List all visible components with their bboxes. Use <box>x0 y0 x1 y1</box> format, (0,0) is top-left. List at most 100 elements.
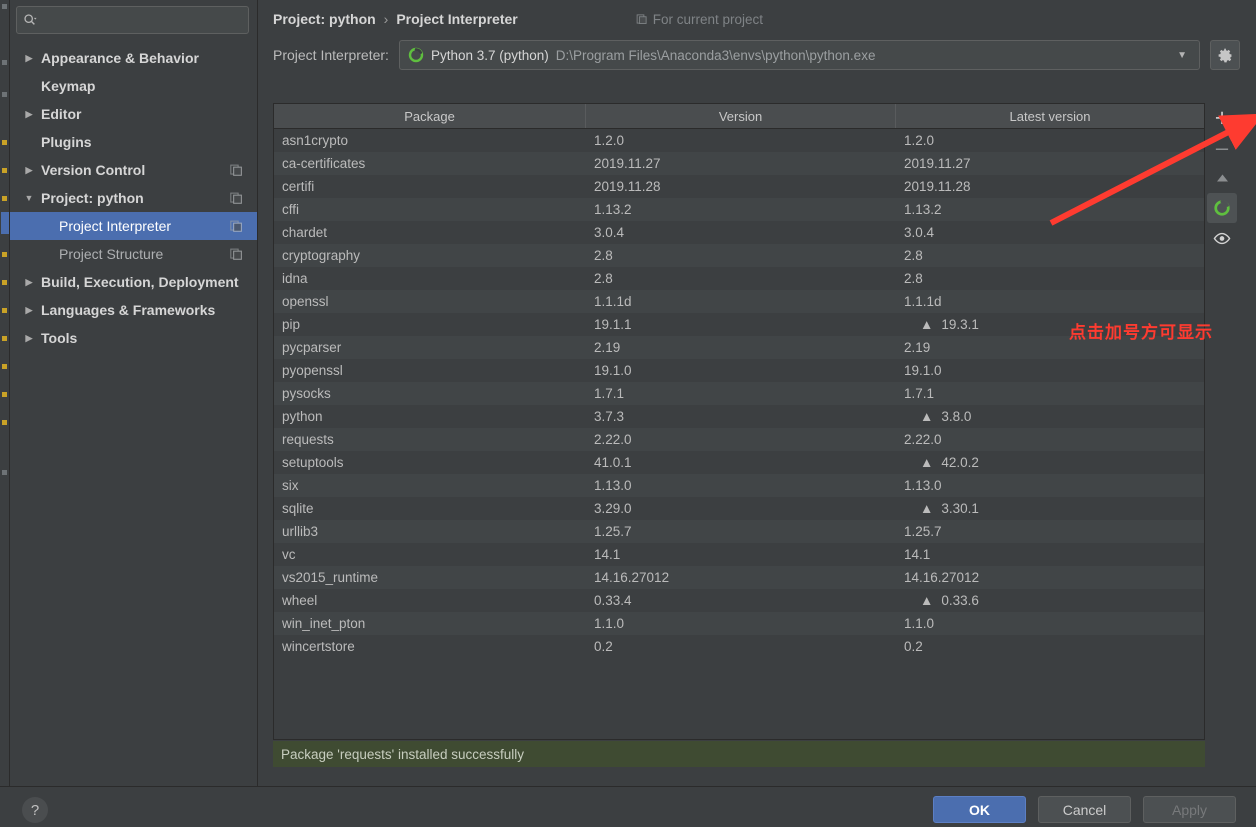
search-box[interactable] <box>16 6 249 34</box>
help-button[interactable]: ? <box>22 797 48 823</box>
packages-toolbar: + – <box>1207 103 1237 253</box>
table-row[interactable]: cffi 1.13.2 1.13.2 <box>274 198 1204 221</box>
table-row[interactable]: win_inet_pton 1.1.0 1.1.0 <box>274 612 1204 635</box>
package-name: pyopenssl <box>282 363 343 378</box>
package-name-cell: win_inet_pton <box>274 612 586 635</box>
package-version-cell: 2.8 <box>586 244 896 267</box>
gear-icon <box>1218 48 1232 62</box>
package-version: 2.22.0 <box>594 432 632 447</box>
table-row[interactable]: pip 19.1.1 ▲ 19.3.1 <box>274 313 1204 336</box>
package-name: pip <box>282 317 301 332</box>
sidebar-item-keymap[interactable]: Keymap <box>10 72 257 100</box>
sidebar-item-build-execution-deployment[interactable]: ▶ Build, Execution, Deployment <box>10 268 257 296</box>
add-package-button[interactable]: + <box>1207 103 1237 133</box>
table-row[interactable]: wheel 0.33.4 ▲ 0.33.6 <box>274 589 1204 612</box>
package-name: vc <box>282 547 296 562</box>
table-row[interactable]: pycparser 2.19 2.19 <box>274 336 1204 359</box>
remove-package-button[interactable]: – <box>1207 133 1237 163</box>
chevron-down-icon[interactable]: ▼ <box>1169 50 1195 61</box>
sidebar-item-editor[interactable]: ▶ Editor <box>10 100 257 128</box>
package-latest: 19.1.0 <box>904 363 942 378</box>
table-row[interactable]: cryptography 2.8 2.8 <box>274 244 1204 267</box>
package-name-cell: ca-certificates <box>274 152 586 175</box>
column-header-latest-version[interactable]: Latest version <box>896 104 1204 128</box>
table-row[interactable]: wincertstore 0.2 0.2 <box>274 635 1204 658</box>
breadcrumb-parent[interactable]: Project: python <box>273 11 376 27</box>
package-name: ca-certificates <box>282 156 366 171</box>
sidebar-item-languages-frameworks[interactable]: ▶ Languages & Frameworks <box>10 296 257 324</box>
package-version-cell: 1.25.7 <box>586 520 896 543</box>
sidebar-item-tools[interactable]: ▶ Tools <box>10 324 257 352</box>
show-early-releases-button[interactable] <box>1207 223 1237 253</box>
search-input[interactable] <box>41 12 242 28</box>
package-name-cell: urllib3 <box>274 520 586 543</box>
conda-env-button[interactable] <box>1207 193 1237 223</box>
package-latest: 0.33.6 <box>941 593 979 608</box>
sidebar-item-label: Project Interpreter <box>59 218 172 234</box>
table-row[interactable]: openssl 1.1.1d 1.1.1d <box>274 290 1204 313</box>
chevron-right-icon[interactable]: ▶ <box>22 305 36 316</box>
chevron-right-icon[interactable]: ▶ <box>22 165 36 176</box>
chevron-right-icon[interactable]: ▶ <box>22 333 36 344</box>
ok-button[interactable]: OK <box>933 796 1026 823</box>
package-version: 1.13.2 <box>594 202 632 217</box>
package-version: 1.1.0 <box>594 616 625 631</box>
table-row[interactable]: vc 14.1 14.1 <box>274 543 1204 566</box>
table-row[interactable]: certifi 2019.11.28 2019.11.28 <box>274 175 1204 198</box>
table-row[interactable]: urllib3 1.25.7 1.25.7 <box>274 520 1204 543</box>
package-version-cell: 19.1.0 <box>586 359 896 382</box>
package-latest-cell: ▲ 3.8.0 <box>896 405 1204 428</box>
package-latest-cell: 14.16.27012 <box>896 566 1204 589</box>
sidebar-item-project-python[interactable]: ▼ Project: python <box>10 184 257 212</box>
chevron-right-icon[interactable]: ▶ <box>22 109 36 120</box>
table-row[interactable]: pyopenssl 19.1.0 19.1.0 <box>274 359 1204 382</box>
sidebar-item-project-interpreter[interactable]: Project Interpreter <box>10 212 257 240</box>
table-row[interactable]: asn1crypto 1.2.0 1.2.0 <box>274 129 1204 152</box>
table-row[interactable]: vs2015_runtime 14.16.27012 14.16.27012 <box>274 566 1204 589</box>
package-name: openssl <box>282 294 329 309</box>
apply-button-label: Apply <box>1171 801 1208 818</box>
table-row[interactable]: setuptools 41.0.1 ▲ 42.0.2 <box>274 451 1204 474</box>
vertical-scrollbar[interactable] <box>1204 130 1205 740</box>
chevron-right-icon[interactable]: ▶ <box>22 277 36 288</box>
column-header-package[interactable]: Package <box>274 104 586 128</box>
package-latest: 3.30.1 <box>941 501 979 516</box>
apply-button[interactable]: Apply <box>1143 796 1236 823</box>
module-icon <box>230 164 242 176</box>
cancel-button[interactable]: Cancel <box>1038 796 1131 823</box>
sidebar-item-project-structure[interactable]: Project Structure <box>10 240 257 268</box>
chevron-down-icon[interactable]: ▼ <box>22 193 36 203</box>
sidebar-item-version-control[interactable]: ▶ Version Control <box>10 156 257 184</box>
table-body[interactable]: asn1crypto 1.2.0 1.2.0 ca-certificates 2019.… <box>274 129 1204 739</box>
table-row[interactable]: sqlite 3.29.0 ▲ 3.30.1 <box>274 497 1204 520</box>
table-row[interactable]: six 1.13.0 1.13.0 <box>274 474 1204 497</box>
interpreter-settings-button[interactable] <box>1210 40 1240 70</box>
column-header-version[interactable]: Version <box>586 104 896 128</box>
table-row[interactable]: chardet 3.0.4 3.0.4 <box>274 221 1204 244</box>
interpreter-combobox[interactable]: Python 3.7 (python) D:\Program Files\Ana… <box>398 40 1200 70</box>
table-row[interactable]: requests 2.22.0 2.22.0 <box>274 428 1204 451</box>
conda-icon <box>1214 200 1230 216</box>
table-row[interactable]: pysocks 1.7.1 1.7.1 <box>274 382 1204 405</box>
sidebar-item-appearance-behavior[interactable]: ▶ Appearance & Behavior <box>10 44 257 72</box>
chevron-right-icon[interactable]: ▶ <box>22 53 36 64</box>
packages-table-area: Package Version Latest version asn1crypto 1… <box>273 103 1205 740</box>
package-version: 1.7.1 <box>594 386 625 401</box>
package-latest-cell: 0.2 <box>896 635 1204 658</box>
package-name: sqlite <box>282 501 314 516</box>
package-version: 0.2 <box>594 639 613 654</box>
table-row[interactable]: idna 2.8 2.8 <box>274 267 1204 290</box>
main-panel: Project: python › Project Interpreter Fo… <box>259 0 1256 786</box>
package-name: python <box>282 409 323 424</box>
search-icon <box>24 14 37 25</box>
edge-marker <box>2 364 7 369</box>
for-current-project-text: For current project <box>652 11 764 27</box>
table-row[interactable]: python 3.7.3 ▲ 3.8.0 <box>274 405 1204 428</box>
package-version-cell: 2019.11.27 <box>586 152 896 175</box>
package-version-cell: 2.8 <box>586 267 896 290</box>
package-latest: 2019.11.27 <box>904 156 971 171</box>
edge-marker <box>2 252 7 257</box>
sidebar-item-plugins[interactable]: Plugins <box>10 128 257 156</box>
table-row[interactable]: ca-certificates 2019.11.27 2019.11.27 <box>274 152 1204 175</box>
upgrade-package-button[interactable] <box>1207 163 1237 193</box>
